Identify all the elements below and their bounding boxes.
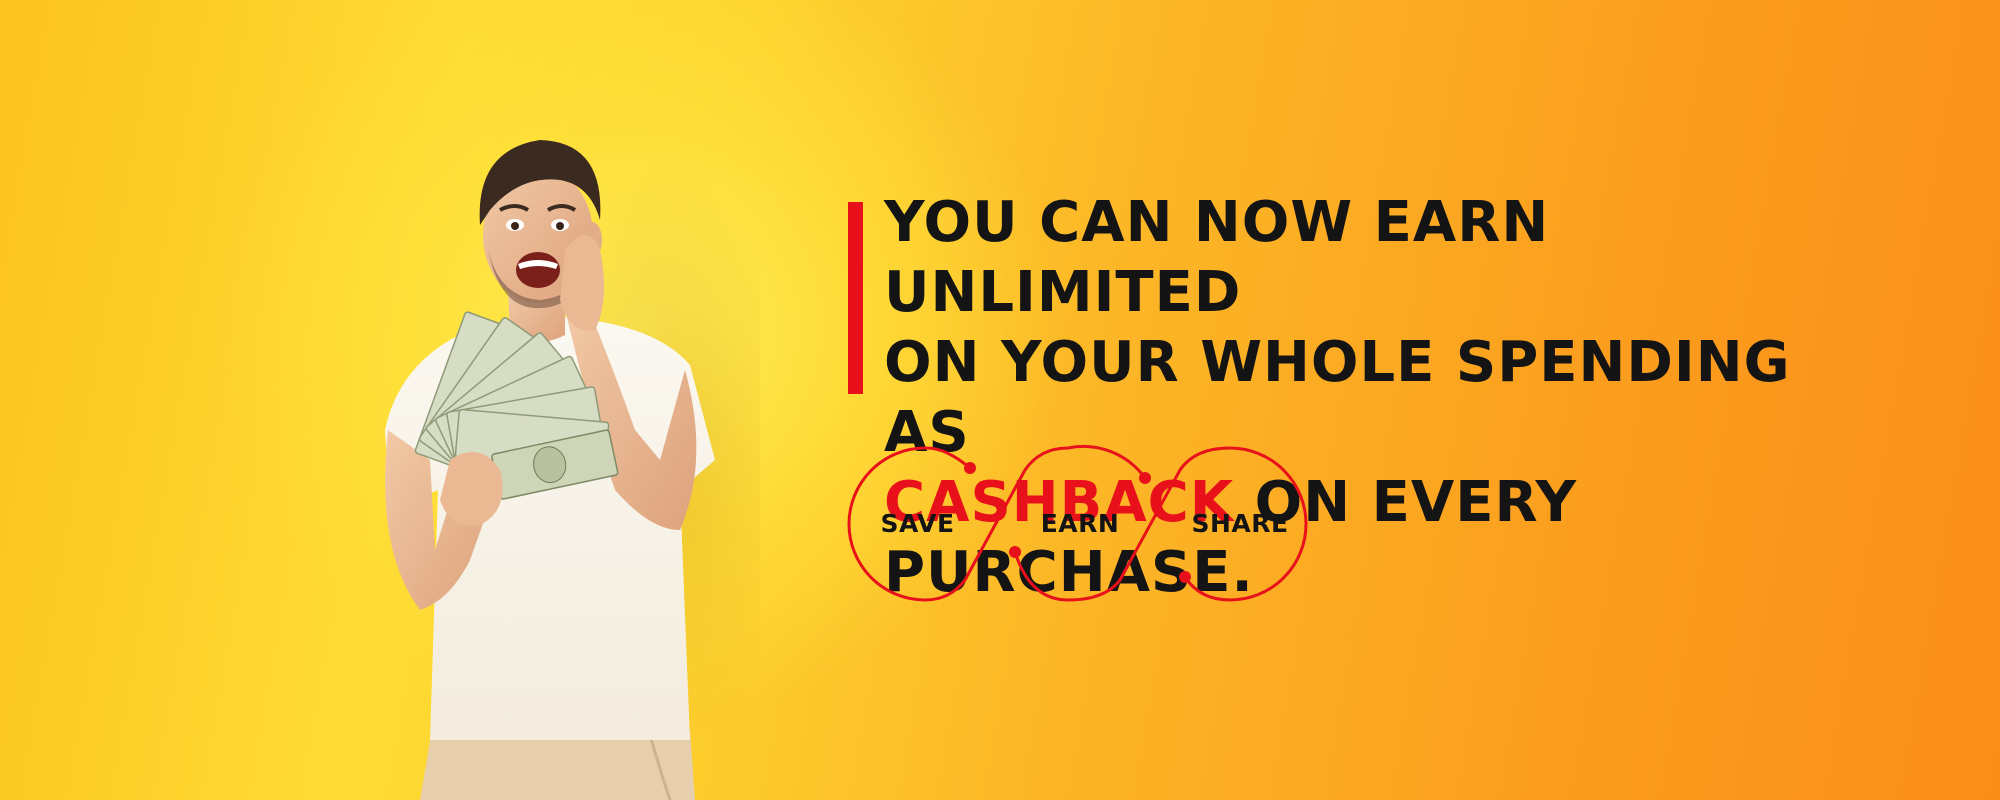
headline-line-1: You can now earn unlimited [884,190,1550,325]
headline-accent-bar [848,202,863,394]
share-start-dot [1179,571,1191,583]
step-save-label: SAVE [880,509,955,538]
cashback-banner: You can now earn unlimited on your whole… [0,0,2000,800]
step-earn-label: EARN [1040,509,1120,538]
earn-start-dot [1009,546,1021,558]
excited-man-with-cash-image [385,140,760,800]
save-endpoint-dot [964,462,976,474]
earn-endpoint-dot [1139,472,1151,484]
step-share-label: SHARE [1191,509,1289,538]
